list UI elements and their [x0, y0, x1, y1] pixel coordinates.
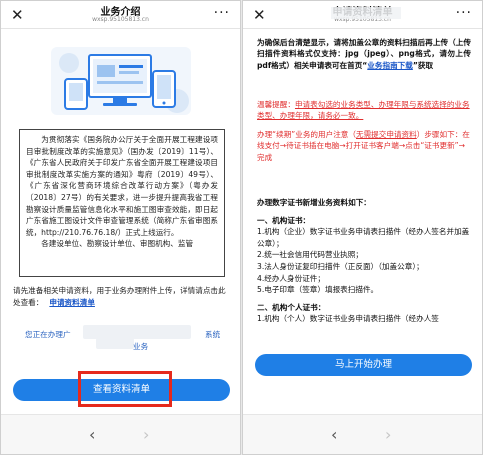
forward-icon[interactable]: ›	[143, 425, 149, 444]
renewal-steps-intro: 办理“续期”业务的用户注意（	[257, 130, 356, 139]
page-url: wxsp.95105813.cn	[92, 16, 149, 23]
intro-paragraph-2: 各建设单位、勘察设计单位、审图机构、监管	[41, 239, 194, 249]
renewal-no-materials: 无需提交申请资料	[356, 130, 417, 139]
redacted-block	[331, 7, 401, 19]
service-suffix: 业务	[133, 342, 149, 351]
materials-list: 办理数字证书新增业务资料如下： 一、机构证书： 1.机构（企业）数字证书业务申请…	[257, 197, 471, 325]
guide-download-link[interactable]: 业务指南下载	[367, 61, 413, 70]
list-item: 3.法人身份证复印扫描件（正反面）（加盖公章）；	[257, 261, 424, 271]
list-item: 1.机构（企业）数字证书业务申请表扫描件（经办人签名并加盖公章）；	[257, 227, 470, 248]
upload-instructions-tail: ”获取	[412, 60, 434, 70]
section-personal-cert-title: 二、机构个人证书：	[257, 302, 326, 312]
upload-note-text: 请先准备相关申请资料，用于业务办理附件上传，详情请点击此处查看：	[13, 286, 226, 307]
upload-instructions-text: 为确保后台清楚显示，请将加盖公章的资料扫描后再上传（上传扫描件资料格式仅支持：j…	[257, 38, 471, 70]
list-item: 4.经办人身份证件；	[257, 273, 325, 283]
forward-icon[interactable]: ›	[385, 425, 391, 444]
back-icon[interactable]: ‹	[331, 425, 337, 444]
start-processing-button[interactable]: 马上开始办理	[255, 354, 472, 376]
right-screen: ✕ 申请资料清单 wxsp.95105813.cn ··· 为确保后台清楚显示，…	[242, 0, 483, 455]
highlight-box	[78, 371, 172, 407]
section-org-cert-title: 一、机构证书：	[257, 215, 311, 225]
renewal-steps: 办理“续期”业务的用户注意（无需提交申请资料）步骤如下：在线支付→待证书插在电脑…	[257, 129, 471, 163]
left-screen: ✕ 业务介绍 wxsp.95105813.cn ··· 为贯彻落实《国务院办公厅…	[0, 0, 241, 455]
devices-illustration	[51, 47, 191, 115]
browser-bottom-bar: ‹ ›	[1, 414, 240, 454]
list-item: 1.机构（个人）数字证书业务申请表扫描件（经办人签	[257, 314, 439, 324]
more-icon[interactable]: ···	[456, 5, 472, 21]
warning-reminder: 温馨提醒：申请表勾选的业务类型、办理年限与系统选择的业务类型、办理年限，请务必一…	[257, 99, 471, 122]
upload-note: 请先准备相关申请资料，用于业务办理附件上传，详情请点击此处查看： 申请资料清单	[13, 285, 233, 308]
service-system: 系统	[205, 330, 221, 339]
service-info: 您正在办理广 系统 业务	[25, 329, 225, 351]
nav-bar: ✕ 业务介绍 wxsp.95105813.cn ···	[1, 1, 240, 29]
list-item: 2.统一社会信用代码营业执照；	[257, 250, 363, 260]
list-item: 5.电子印章（签章）填报表扫描件。	[257, 285, 379, 295]
service-prefix: 您正在办理广	[25, 330, 71, 339]
nav-bar: ✕ 申请资料清单 wxsp.95105813.cn ···	[243, 1, 482, 29]
warning-label: 温馨提醒：	[257, 100, 295, 109]
upload-instructions: 为确保后台清楚显示，请将加盖公章的资料扫描后再上传（上传扫描件资料格式仅支持：j…	[257, 37, 471, 71]
materials-list-link[interactable]: 申请资料清单	[49, 298, 95, 307]
intro-paragraph: 为贯彻落实《国务院办公厅关于全面开展工程建设项目审批制度改革的实施意见》（国办发…	[26, 135, 218, 237]
intro-text-box: 为贯彻落实《国务院办公厅关于全面开展工程建设项目审批制度改革的实施意见》（国办发…	[19, 129, 225, 277]
back-icon[interactable]: ‹	[89, 425, 95, 444]
browser-bottom-bar: ‹ ›	[243, 414, 482, 454]
more-icon[interactable]: ···	[214, 5, 230, 21]
materials-title: 办理数字证书新增业务资料如下：	[257, 198, 371, 207]
